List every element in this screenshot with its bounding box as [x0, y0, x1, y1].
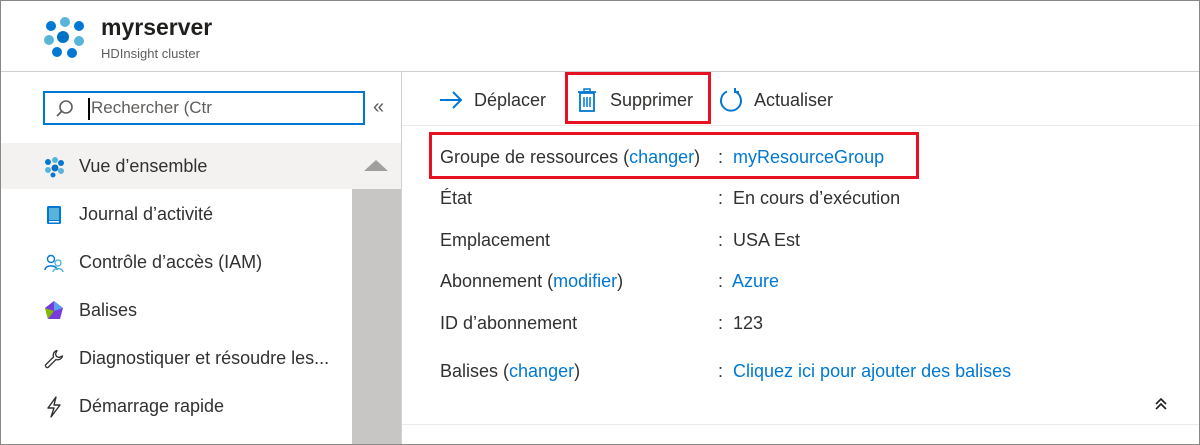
- refresh-label: Actualiser: [754, 89, 834, 110]
- sidebar-nav: Vue d’ensemble Journal d’activité Contrô…: [1, 143, 353, 444]
- subscription-id-value: : 123: [718, 313, 763, 334]
- refresh-button[interactable]: Actualiser: [718, 86, 833, 114]
- double-chevron-up-icon: [1155, 397, 1167, 410]
- state-value-text: En cours d’exécution: [733, 188, 901, 208]
- state-value: : En cours d’exécution: [718, 188, 900, 209]
- tag-icon: [45, 301, 63, 319]
- sidebar-item-label: Vue d’ensemble: [79, 156, 208, 176]
- sidebar-item-label: Journal d’activité: [79, 204, 214, 224]
- search-input[interactable]: [91, 95, 357, 121]
- collapse-essentials-button[interactable]: [1154, 397, 1168, 416]
- subscription-id-value-text: 123: [733, 313, 764, 333]
- sidebar-item-quickstart[interactable]: Démarrage rapide: [1, 383, 353, 429]
- collapse-menu-button[interactable]: «: [373, 97, 384, 117]
- subscription-label-text: Abonnement: [440, 271, 543, 291]
- page-subtitle: HDInsight cluster: [101, 46, 200, 61]
- activity-log-icon: [47, 206, 61, 224]
- sidebar-item-label: Contrôle d’accès (IAM): [79, 252, 263, 272]
- command-bar: Déplacer Supprimer Actualiser: [402, 72, 1199, 126]
- move-label: Déplacer: [474, 89, 547, 110]
- location-value: : USA Est: [718, 230, 800, 251]
- scroll-up-button[interactable]: [352, 143, 401, 189]
- text-caret: [88, 98, 90, 120]
- resource-header: myrserver HDInsight cluster: [1, 1, 1199, 72]
- lightning-icon: [47, 396, 61, 418]
- resource-group-label: Groupe de ressources (changer): [440, 147, 701, 167]
- sidebar-item-activity-log[interactable]: Journal d’activité: [1, 191, 353, 237]
- change-tags-link[interactable]: changer: [509, 361, 574, 381]
- separator: :: [718, 361, 724, 381]
- location-label: Emplacement: [440, 230, 551, 250]
- subscription-id-label: ID d’abonnement: [440, 313, 578, 333]
- separator: :: [718, 230, 724, 250]
- wrench-icon: [44, 349, 64, 369]
- essentials-divider: [402, 424, 1199, 425]
- change-resource-group-link[interactable]: changer: [629, 147, 694, 167]
- tags-value: : Cliquez ici pour ajouter des balises: [718, 361, 1011, 382]
- window: myrserver HDInsight cluster «: [0, 0, 1200, 445]
- separator: :: [718, 313, 724, 333]
- separator: :: [718, 271, 724, 291]
- hdinsight-cluster-icon: [44, 17, 84, 58]
- overview-icon: [45, 157, 64, 178]
- search-icon: [56, 100, 73, 117]
- change-subscription-link[interactable]: modifier: [553, 271, 617, 291]
- sidebar-item-label: Balises: [79, 300, 138, 320]
- page-title: myrserver: [101, 14, 213, 40]
- delete-highlight-box: [565, 72, 711, 124]
- sidebar-item-label: Diagnostiquer et résoudre les...: [79, 348, 330, 368]
- separator: :: [718, 188, 724, 208]
- sidebar-item-tags[interactable]: Balises: [1, 287, 353, 333]
- refresh-icon: [720, 88, 742, 112]
- access-control-icon: [44, 254, 64, 273]
- menu-scrollbar[interactable]: [352, 143, 401, 444]
- resource-group-label-text: Groupe de ressources: [440, 147, 619, 167]
- subscription-label: Abonnement (modifier): [440, 271, 624, 291]
- subscription-link[interactable]: Azure: [732, 271, 779, 291]
- resource-menu: « Vue d’ensemble: [1, 72, 402, 444]
- add-tags-link[interactable]: Cliquez ici pour ajouter des balises: [733, 361, 1011, 381]
- separator: :: [718, 147, 724, 167]
- sidebar-item-iam[interactable]: Contrôle d’accès (IAM): [1, 239, 353, 285]
- sidebar-item-diagnose[interactable]: Diagnostiquer et résoudre les...: [1, 335, 353, 381]
- sidebar-item-label: Démarrage rapide: [79, 396, 225, 416]
- move-button[interactable]: Déplacer: [438, 86, 546, 114]
- resource-group-value: : myResourceGroup: [718, 147, 884, 168]
- sidebar-item-overview[interactable]: Vue d’ensemble: [1, 143, 353, 189]
- location-value-text: USA Est: [733, 230, 801, 250]
- tags-label-text: Balises: [440, 361, 499, 381]
- overview-content: Déplacer Supprimer Actualiser Groupe de …: [402, 72, 1199, 444]
- resource-group-link[interactable]: myResourceGroup: [733, 147, 884, 167]
- subscription-value: : Azure: [718, 271, 779, 292]
- state-label: État: [440, 188, 473, 208]
- search-box[interactable]: [43, 91, 365, 125]
- scroll-up-arrow-icon: [364, 160, 388, 171]
- arrow-right-icon: [440, 91, 463, 109]
- tags-label: Balises (changer): [440, 361, 581, 381]
